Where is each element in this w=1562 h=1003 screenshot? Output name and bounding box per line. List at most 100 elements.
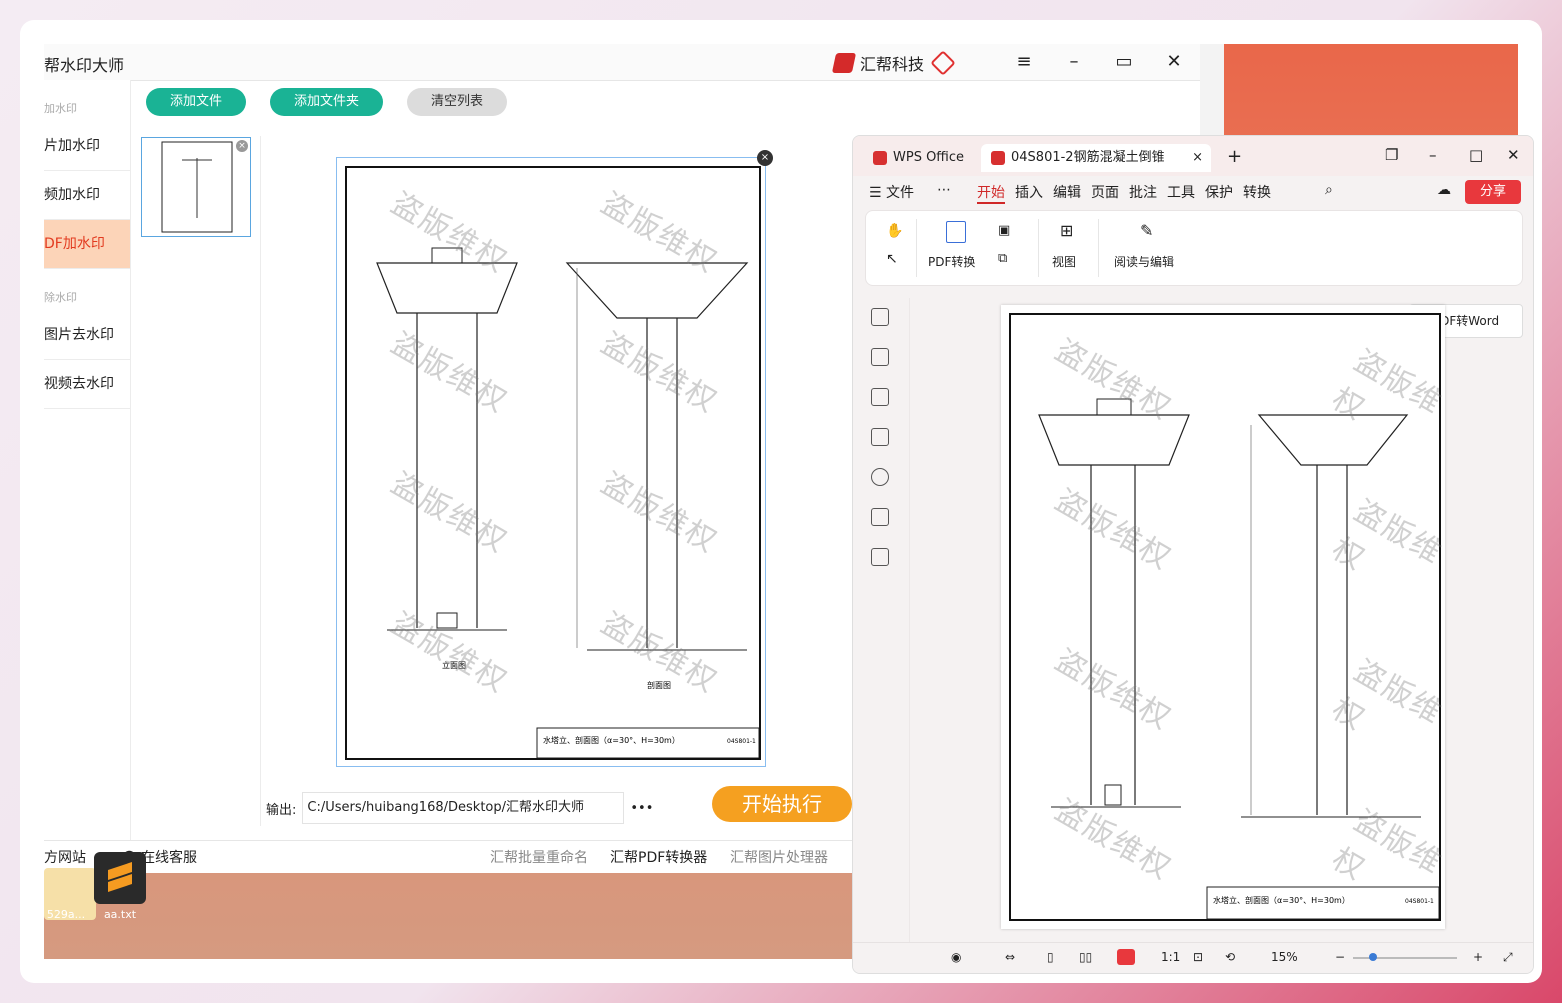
sublime-text-icon[interactable] <box>94 852 146 904</box>
thumbnail-drawing <box>161 141 233 233</box>
app-titlebar: 帮水印大师 汇帮科技 ≡ – ▭ ✕ <box>44 44 1200 81</box>
sidebar-item-image-remove[interactable]: 图片去水印 <box>44 311 130 360</box>
wps-tab-bar: WPS Office 04S801-2钢筋混凝土倒锥 × + ❐ – □ ✕ <box>853 136 1533 176</box>
menu-tools[interactable]: 工具 <box>1167 182 1195 202</box>
cloud-upload-icon[interactable]: ☁ <box>1437 182 1451 198</box>
view-button[interactable]: 视图 <box>1052 253 1076 270</box>
menu-page[interactable]: 页面 <box>1091 182 1119 202</box>
attachment-icon[interactable] <box>871 468 889 486</box>
minimize-button[interactable]: – <box>1429 146 1437 164</box>
tab-wps-home[interactable]: WPS Office <box>863 144 974 172</box>
comment-icon[interactable] <box>871 428 889 446</box>
image-convert-icon[interactable]: ▣ <box>998 223 1010 238</box>
drawing-frame: 水塔立、剖面图（α=30°、H=30m） 04S801-1 盗版维权 盗版维权 … <box>1009 313 1449 921</box>
pdf-preview: 立面图 剖面图 水塔立、剖面图（α=30°、H=30m） 04S801-1 盗版… <box>336 150 773 767</box>
app-toolbar: 添加文件 添加文件夹 清空列表 <box>146 88 508 116</box>
close-preview-icon[interactable]: × <box>757 150 773 166</box>
share-button[interactable]: 分享 <box>1465 180 1521 204</box>
read-edit-button[interactable]: 阅读与编辑 <box>1114 253 1174 270</box>
close-button[interactable]: ✕ <box>1507 146 1520 164</box>
wps-logo-icon <box>873 150 887 165</box>
layers-icon[interactable] <box>871 548 889 566</box>
footer-link-pdf[interactable]: 汇帮PDF转换器 <box>610 847 707 867</box>
menu-comment[interactable]: 批注 <box>1129 182 1157 202</box>
remove-thumbnail-icon[interactable]: × <box>236 140 248 152</box>
menu-file-label: 文件 <box>886 185 915 201</box>
footer-link-rename[interactable]: 汇帮批量重命名 <box>490 847 588 867</box>
screen-frame: 帮水印大师 汇帮科技 ≡ – ▭ ✕ 加水印 片加水印 频加水印 DF加水印 除… <box>20 20 1542 983</box>
brand: 汇帮科技 <box>831 50 956 76</box>
footer-link-image[interactable]: 汇帮图片处理器 <box>730 847 828 867</box>
zoom-slider-handle[interactable] <box>1369 953 1377 961</box>
website-link[interactable]: 方网站 <box>44 847 86 867</box>
actual-size-icon[interactable]: 1:1 <box>1161 950 1180 964</box>
more-icon[interactable]: ⋯ <box>937 182 951 198</box>
fit-width-icon[interactable]: ⇔ <box>1005 950 1015 964</box>
copy-icon[interactable]: ⧉ <box>998 251 1007 266</box>
bookmark-icon[interactable] <box>871 348 889 366</box>
sidebar-item-video-remove[interactable]: 视频去水印 <box>44 360 130 409</box>
double-page-icon[interactable]: ▯▯ <box>1079 950 1092 964</box>
output-label: 输出: <box>266 802 297 818</box>
tab-label: 04S801-2钢筋混凝土倒锥 <box>1011 150 1165 165</box>
sign-icon[interactable] <box>871 508 889 526</box>
drawing-number: 04S801-1 <box>727 738 756 745</box>
menu-icon[interactable]: ≡ <box>1010 50 1038 74</box>
ribbon-separator <box>1038 219 1039 277</box>
fit-page-icon[interactable]: ⊡ <box>1193 950 1203 964</box>
sidebar-item-image-watermark[interactable]: 片加水印 <box>44 122 130 171</box>
hand-tool-icon[interactable]: ✋ <box>886 223 903 239</box>
pdf-icon <box>991 150 1005 165</box>
zoom-out-icon[interactable]: − <box>1335 950 1345 964</box>
add-folder-button[interactable]: 添加文件夹 <box>270 88 384 116</box>
title-block: 水塔立、剖面图（α=30°、H=30m） <box>1213 895 1350 905</box>
sidebar-item-video-watermark[interactable]: 频加水印 <box>44 171 130 220</box>
select-tool-icon[interactable]: ↖ <box>886 251 898 267</box>
tab-document[interactable]: 04S801-2钢筋混凝土倒锥 × <box>981 144 1211 172</box>
thumbnail-column: × <box>140 136 261 826</box>
wps-window: WPS Office 04S801-2钢筋混凝土倒锥 × + ❐ – □ ✕ ☰… <box>852 135 1534 974</box>
thumbnail-icon[interactable] <box>871 388 889 406</box>
pdf-page: 水塔立、剖面图（α=30°、H=30m） 04S801-1 盗版维权 盗版维权 … <box>1001 305 1449 929</box>
vip-heart-icon[interactable] <box>930 50 956 76</box>
minimize-button[interactable]: – <box>1060 50 1088 74</box>
tab-label: WPS Office <box>893 150 965 165</box>
right-caption: 剖面图 <box>647 680 671 690</box>
file-thumbnail[interactable]: × <box>141 137 251 237</box>
eye-icon[interactable]: ◉ <box>951 950 961 964</box>
maximize-button[interactable]: □ <box>1469 146 1483 164</box>
restore-window-icon[interactable]: ❐ <box>1385 146 1398 164</box>
menu-insert[interactable]: 插入 <box>1015 182 1043 202</box>
menu-protect[interactable]: 保护 <box>1205 182 1233 202</box>
browse-button[interactable]: ••• <box>630 801 653 816</box>
output-row: 输出: C:/Users/huibang168/Desktop/汇帮水印大师 •… <box>266 792 653 824</box>
start-button[interactable]: 开始执行 <box>712 786 852 822</box>
zoom-in-icon[interactable]: + <box>1473 950 1483 964</box>
rotate-icon[interactable]: ⟲ <box>1225 950 1235 964</box>
outline-icon[interactable] <box>871 308 889 326</box>
maximize-button[interactable]: ▭ <box>1110 50 1138 74</box>
close-tab-icon[interactable]: × <box>1192 144 1203 172</box>
sidebar-group-add: 加水印 <box>44 102 77 115</box>
brand-name: 汇帮科技 <box>860 55 925 74</box>
desktop-icon-label: aa.txt <box>103 908 137 921</box>
pdf-convert-button[interactable]: PDF转换 <box>928 253 975 270</box>
menu-file[interactable]: ☰ 文件 <box>869 182 914 202</box>
search-icon[interactable]: ⌕ <box>1325 182 1333 198</box>
close-button[interactable]: ✕ <box>1160 50 1188 74</box>
menu-convert[interactable]: 转换 <box>1243 182 1271 202</box>
app-title: 帮水印大师 <box>44 56 125 75</box>
fullscreen-icon[interactable]: ⤢ <box>1503 950 1513 965</box>
add-file-button[interactable]: 添加文件 <box>146 88 247 116</box>
clear-list-button[interactable]: 清空列表 <box>407 88 508 116</box>
sidebar-item-pdf-watermark[interactable]: DF加水印 <box>44 220 130 269</box>
menu-start[interactable]: 开始 <box>977 182 1005 204</box>
menu-edit[interactable]: 编辑 <box>1053 182 1081 202</box>
output-path-field[interactable]: C:/Users/huibang168/Desktop/汇帮水印大师 <box>302 792 625 824</box>
new-tab-icon[interactable]: + <box>1227 146 1242 167</box>
single-page-icon[interactable]: ▯ <box>1047 950 1054 964</box>
play-icon[interactable] <box>1117 949 1135 965</box>
ribbon-separator <box>1098 219 1099 277</box>
desktop-icon-label: 529a... <box>46 908 86 921</box>
zoom-level[interactable]: 15% <box>1271 950 1298 964</box>
